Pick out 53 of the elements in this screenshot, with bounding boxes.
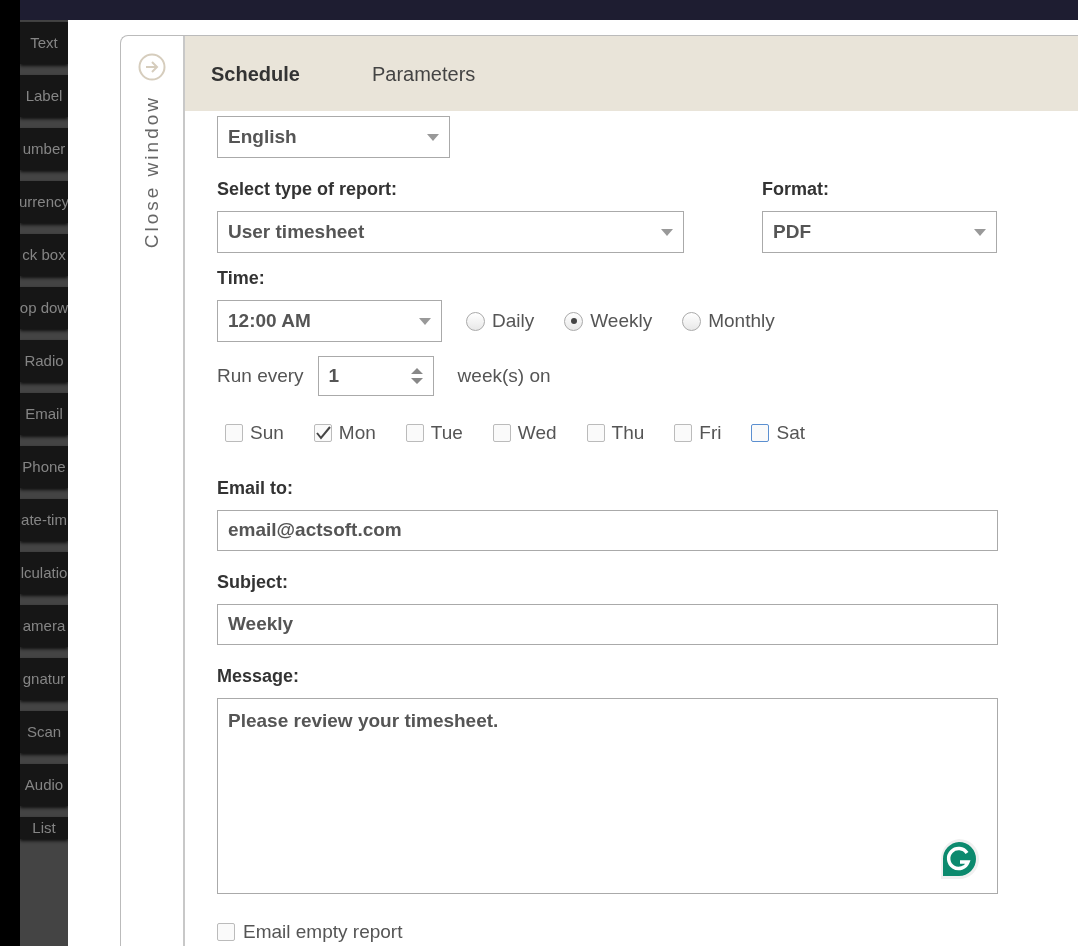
field-label: Subject:	[217, 570, 289, 594]
spinner-value: 1	[328, 363, 340, 388]
checkbox[interactable]	[217, 922, 235, 941]
radio-button[interactable]	[682, 311, 702, 331]
spinner-arrows-icon[interactable]	[410, 367, 423, 385]
checkbox[interactable]	[751, 424, 770, 443]
checkbox-label: Email empty report	[243, 919, 403, 944]
field-label: Select type of report:	[217, 178, 399, 201]
checkbox-label: Sat	[776, 421, 805, 445]
tab[interactable]: Parameters	[371, 58, 476, 89]
format-dropdown[interactable]: PDF	[762, 211, 997, 253]
selected-value: PDF	[773, 219, 811, 244]
email-field[interactable]: email@actsoft.com	[217, 509, 998, 551]
checkbox-label: Thu	[611, 421, 645, 445]
field-label: Format:	[762, 178, 830, 201]
checkbox-label: Mon	[338, 421, 376, 445]
radio-button[interactable]	[564, 311, 584, 331]
radio-label: Weekly	[590, 308, 653, 333]
report-type-dropdown[interactable]: User timesheet	[217, 211, 684, 253]
arrow-circle-icon[interactable]	[138, 53, 166, 81]
checkbox-label: Tue	[430, 421, 463, 445]
time-dropdown[interactable]: 12:00 AM	[217, 300, 442, 342]
radio-label: Daily	[492, 308, 535, 333]
message-field[interactable]: Please review your timesheet.	[217, 697, 998, 894]
language-dropdown[interactable]: English	[217, 116, 450, 158]
selected-value: English	[228, 124, 297, 149]
field-label: Message:	[217, 664, 301, 688]
field-label: Email to:	[217, 476, 294, 500]
checkbox-label: Fri	[699, 421, 722, 445]
caret-icon	[419, 317, 431, 325]
checkbox[interactable]	[225, 424, 243, 443]
caret-icon	[974, 228, 986, 236]
field-label: Run every	[217, 363, 304, 388]
number-spinner[interactable]: 1	[317, 356, 434, 396]
unit-label: week(s) on	[457, 363, 551, 388]
checkbox[interactable]	[492, 424, 511, 443]
checkbox[interactable]	[405, 424, 424, 443]
selected-value: 12:00 AM	[228, 308, 311, 333]
checkbox-label: Sun	[250, 421, 284, 445]
radio-button[interactable]	[466, 311, 485, 331]
radio-label: Monthly	[708, 308, 775, 333]
checkbox[interactable]	[674, 424, 693, 443]
checkbox-label: Wed	[517, 421, 557, 445]
message-text: Please review your timesheet.	[228, 709, 499, 731]
checkbox[interactable]	[586, 424, 605, 443]
close-window-tab[interactable]: Close window	[137, 95, 167, 249]
checkbox[interactable]	[313, 424, 332, 443]
caret-icon	[661, 228, 673, 236]
field-label: Time:	[217, 267, 266, 290]
tab[interactable]: Schedule	[211, 58, 300, 89]
selected-value: User timesheet	[228, 219, 365, 244]
caret-icon	[427, 133, 439, 141]
subject-field[interactable]: Weekly	[217, 603, 998, 645]
